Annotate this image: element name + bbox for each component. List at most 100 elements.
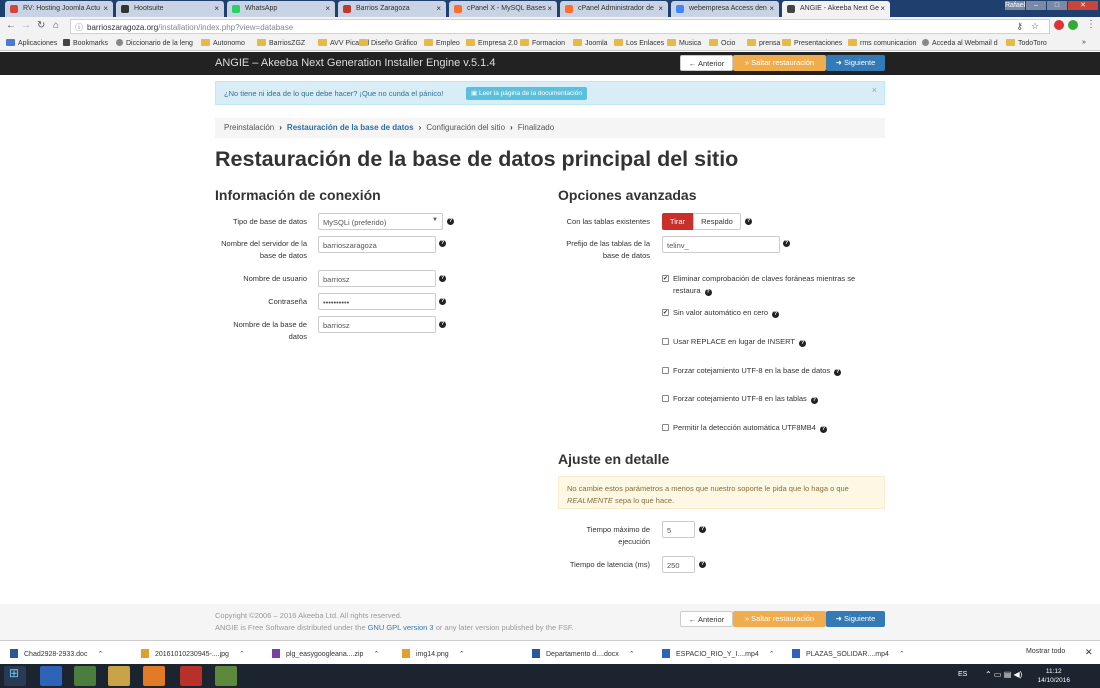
help-icon[interactable]: ? bbox=[810, 397, 818, 404]
help-icon[interactable]: ? bbox=[447, 218, 454, 225]
help-icon[interactable]: ? bbox=[439, 240, 446, 247]
help-icon[interactable]: ? bbox=[699, 561, 706, 568]
username-input[interactable]: barriosz bbox=[318, 270, 436, 287]
file-explorer-icon[interactable] bbox=[108, 666, 130, 686]
latency-input[interactable]: 250 bbox=[662, 556, 695, 573]
browser-tab[interactable]: WhatsApp × bbox=[227, 1, 335, 17]
media-player-icon[interactable] bbox=[40, 666, 62, 686]
close-tab-icon[interactable]: × bbox=[436, 4, 441, 13]
bookmark-item[interactable]: rms comunicacion bbox=[848, 39, 916, 47]
back-icon[interactable]: ← bbox=[6, 20, 16, 31]
close-icon[interactable]: × bbox=[872, 85, 877, 95]
chrome-icon[interactable] bbox=[74, 666, 96, 686]
bookmark-item[interactable]: TodoToro bbox=[1006, 39, 1047, 47]
option-checkbox[interactable] bbox=[662, 367, 669, 374]
key-icon[interactable]: ⚷ bbox=[1016, 21, 1023, 32]
bookmark-item[interactable]: Formacion bbox=[520, 39, 565, 47]
help-icon[interactable]: ? bbox=[439, 275, 446, 282]
download-item[interactable]: plg_easygoogleana....zip ⌃ bbox=[272, 649, 379, 658]
chevron-up-icon[interactable]: ⌃ bbox=[629, 651, 635, 658]
bookmark-item[interactable]: Empresa 2.0 bbox=[466, 39, 518, 47]
browser-tab[interactable]: Barrios Zaragoza × bbox=[338, 1, 446, 17]
server-input[interactable]: barrioszaragoza bbox=[318, 236, 436, 253]
bookmark-item[interactable]: Diccionario de la leng bbox=[116, 39, 193, 47]
help-icon[interactable]: ? bbox=[704, 288, 712, 296]
bookmark-item[interactable]: Ocio bbox=[709, 39, 735, 47]
bookmark-star-icon[interactable]: ☆ bbox=[1031, 21, 1039, 32]
bookmark-item[interactable]: Los Enlaces bbox=[614, 39, 664, 47]
documentation-button[interactable]: ▣ Leer la página de la documentación bbox=[466, 87, 587, 100]
footer-skip-restore-button[interactable]: » Saltar restauración bbox=[733, 611, 826, 627]
chevron-up-icon[interactable]: ⌃ bbox=[769, 651, 775, 658]
close-tab-icon[interactable]: × bbox=[214, 4, 219, 13]
db-type-select[interactable]: MySQLi (preferido) ▼ bbox=[318, 213, 443, 230]
footer-next-button[interactable]: ➜ Siguiente bbox=[826, 611, 885, 627]
bookmark-item[interactable]: Aplicaciones bbox=[6, 39, 57, 47]
more-bookmarks-icon[interactable]: » bbox=[1082, 39, 1086, 46]
help-icon[interactable]: ? bbox=[834, 369, 842, 376]
download-item[interactable]: ESPACIO_RIO_Y_I....mp4 ⌃ bbox=[662, 649, 775, 658]
close-tab-icon[interactable]: × bbox=[658, 4, 663, 13]
browser-tab[interactable]: Hootsuite × bbox=[116, 1, 224, 17]
home-icon[interactable]: ⌂ bbox=[53, 20, 59, 31]
close-tab-icon[interactable]: × bbox=[103, 4, 108, 13]
language-indicator[interactable]: ES bbox=[958, 671, 967, 678]
show-all-button[interactable]: Mostrar todo bbox=[1018, 646, 1073, 657]
maximize-button[interactable]: □ bbox=[1047, 1, 1067, 10]
reload-icon[interactable]: ↻ bbox=[37, 20, 45, 31]
notepad-icon[interactable] bbox=[215, 666, 237, 686]
chevron-up-icon[interactable]: ⌃ bbox=[97, 651, 103, 658]
start-icon[interactable]: ⊞ bbox=[4, 666, 26, 686]
close-icon[interactable]: ✕ bbox=[1085, 647, 1093, 658]
bookmark-item[interactable]: Bookmarks bbox=[63, 39, 108, 47]
browser-tab[interactable]: RV: Hosting Joomla Actu × bbox=[5, 1, 113, 17]
forward-icon[interactable]: → bbox=[21, 20, 31, 31]
option-checkbox[interactable] bbox=[662, 395, 669, 402]
prefix-input[interactable]: telinv_ bbox=[662, 236, 780, 253]
gpl-link[interactable]: GNU GPL version 3 bbox=[368, 623, 434, 632]
download-item[interactable]: 20161010230945-....jpg ⌃ bbox=[141, 649, 245, 658]
help-icon[interactable]: ? bbox=[439, 321, 446, 328]
help-icon[interactable]: ? bbox=[745, 218, 752, 225]
extension-icon[interactable] bbox=[1054, 20, 1064, 30]
drop-button[interactable]: Tirar bbox=[662, 213, 693, 230]
dbname-input[interactable]: barriosz bbox=[318, 316, 436, 333]
menu-icon[interactable]: ⋮ bbox=[1086, 19, 1096, 30]
bookmark-item[interactable]: BarriosZGZ bbox=[257, 39, 305, 47]
footer-prev-button[interactable]: ← Anterior bbox=[680, 611, 733, 627]
close-tab-icon[interactable]: × bbox=[547, 4, 552, 13]
help-icon[interactable]: ? bbox=[819, 426, 827, 433]
bookmark-item[interactable]: Acceda al Webmail d bbox=[922, 39, 998, 47]
user-profile-button[interactable]: Rafael bbox=[1005, 1, 1025, 10]
chevron-up-icon[interactable]: ⌃ bbox=[899, 651, 905, 658]
browser-tab[interactable]: cPanel X - MySQL Bases × bbox=[449, 1, 557, 17]
option-checkbox[interactable]: ✔ bbox=[662, 275, 669, 282]
minimize-button[interactable]: – bbox=[1026, 1, 1046, 10]
browser-tab[interactable]: webempresa Access den × bbox=[671, 1, 779, 17]
tray-icons[interactable]: ⌃ ▭ ▤ ◀) bbox=[985, 670, 1022, 679]
browser-tab[interactable]: cPanel Administrador de × bbox=[560, 1, 668, 17]
help-icon[interactable]: ? bbox=[772, 311, 780, 318]
bookmark-item[interactable]: Empleo bbox=[424, 39, 460, 47]
option-checkbox[interactable] bbox=[662, 338, 669, 345]
extension-icon[interactable] bbox=[1068, 20, 1078, 30]
max-exec-input[interactable]: 5 bbox=[662, 521, 695, 538]
help-icon[interactable]: ? bbox=[799, 340, 806, 347]
close-window-button[interactable]: ✕ bbox=[1068, 1, 1098, 10]
bookmark-item[interactable]: prensa bbox=[747, 39, 780, 47]
backup-button[interactable]: Respaldo bbox=[693, 213, 741, 230]
skip-restore-button[interactable]: » Saltar restauración bbox=[733, 55, 826, 71]
download-item[interactable]: Departamento d....docx ⌃ bbox=[532, 649, 635, 658]
password-input[interactable]: •••••••••• bbox=[318, 293, 436, 310]
chevron-up-icon[interactable]: ⌃ bbox=[239, 651, 245, 658]
download-item[interactable]: img14.png ⌃ bbox=[402, 649, 465, 658]
bookmark-item[interactable]: Diseño Gráfico bbox=[359, 39, 417, 47]
chevron-up-icon[interactable]: ⌃ bbox=[459, 651, 465, 658]
bookmark-item[interactable]: Presentaciones bbox=[782, 39, 842, 47]
help-icon[interactable]: ? bbox=[439, 298, 446, 305]
clock[interactable]: 11:12 14/10/2016 bbox=[1037, 667, 1070, 685]
prev-button[interactable]: ← Anterior bbox=[680, 55, 733, 71]
browser-tab[interactable]: ANGIE - Akeeba Next Ge × bbox=[782, 1, 890, 17]
bookmark-item[interactable]: Autonomo bbox=[201, 39, 245, 47]
download-item[interactable]: PLAZAS_SOLIDAR....mp4 ⌃ bbox=[792, 649, 905, 658]
